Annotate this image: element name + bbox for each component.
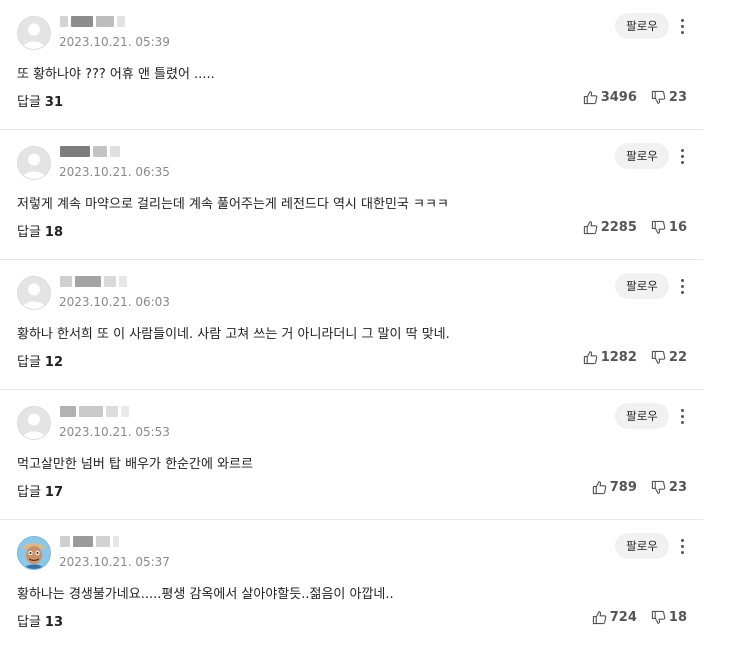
more-options-icon[interactable] xyxy=(674,534,690,558)
default-avatar-icon xyxy=(18,17,50,49)
comment-timestamp: 2023.10.21. 05:53 xyxy=(59,425,170,439)
dislike-button[interactable]: 18 xyxy=(651,610,687,625)
thumbs-down-icon xyxy=(651,220,666,234)
comment-item: 2023.10.21. 05:53 팔로우 먹고살만한 넘버 탑 배우가 한순간… xyxy=(0,390,703,520)
vote-group: 3496 23 xyxy=(583,90,687,105)
more-options-icon[interactable] xyxy=(674,14,690,38)
avatar[interactable] xyxy=(17,146,51,180)
vote-group: 2285 16 xyxy=(583,220,687,235)
avatar[interactable] xyxy=(17,536,51,570)
default-avatar-icon xyxy=(18,147,50,179)
reply-button[interactable]: 답글 12 xyxy=(17,351,63,370)
like-count: 2285 xyxy=(600,220,637,235)
comment-timestamp: 2023.10.21. 05:37 xyxy=(59,555,170,569)
blurred-nickname xyxy=(60,404,129,418)
reply-count: 31 xyxy=(44,95,64,110)
like-count: 3496 xyxy=(600,90,637,105)
reply-label: 답글 xyxy=(17,485,41,500)
dislike-button[interactable]: 23 xyxy=(651,480,687,495)
dislike-count: 23 xyxy=(668,480,687,495)
blurred-nickname xyxy=(60,274,127,288)
reply-button[interactable]: 답글 31 xyxy=(17,91,63,110)
vote-group: 724 18 xyxy=(592,610,687,625)
reply-button[interactable]: 답글 17 xyxy=(17,481,63,500)
like-button[interactable]: 789 xyxy=(592,480,637,495)
reply-button[interactable]: 답글 13 xyxy=(17,611,63,630)
reply-label: 답글 xyxy=(17,95,41,110)
comment-item: 2023.10.21. 05:39 팔로우 또 황하나야 ??? 어휴 앤 틀렸… xyxy=(0,0,703,130)
thumbs-up-icon xyxy=(583,221,598,235)
like-count: 1282 xyxy=(600,350,637,365)
comment-item: 2023.10.21. 06:35 팔로우 저렇게 계속 마약으로 걸리는데 계… xyxy=(0,130,703,260)
default-avatar-icon xyxy=(18,277,50,309)
reply-count: 13 xyxy=(44,615,64,630)
like-button[interactable]: 724 xyxy=(592,610,637,625)
follow-button[interactable]: 팔로우 xyxy=(615,403,669,429)
blurred-nickname xyxy=(60,534,119,548)
vote-group: 789 23 xyxy=(592,480,687,495)
comment-timestamp: 2023.10.21. 06:03 xyxy=(59,295,170,309)
more-options-icon[interactable] xyxy=(674,404,690,428)
like-button[interactable]: 3496 xyxy=(583,90,637,105)
dislike-button[interactable]: 23 xyxy=(651,90,687,105)
blurred-nickname xyxy=(60,14,125,28)
comment-text: 또 황하나야 ??? 어휴 앤 틀렸어 ..... xyxy=(17,67,215,82)
like-count: 789 xyxy=(609,480,637,495)
reply-count: 12 xyxy=(44,355,64,370)
comment-text: 저렇게 계속 마약으로 걸리는데 계속 풀어주는게 레전드다 역시 대한민국 ㅋ… xyxy=(17,197,449,212)
dislike-button[interactable]: 22 xyxy=(651,350,687,365)
thumbs-down-icon xyxy=(651,480,666,494)
comment-item: 2023.10.21. 06:03 팔로우 황하나 한서희 또 이 사람들이네.… xyxy=(0,260,703,390)
default-avatar-icon xyxy=(18,407,50,439)
dislike-count: 18 xyxy=(668,610,687,625)
follow-button[interactable]: 팔로우 xyxy=(615,143,669,169)
more-options-icon[interactable] xyxy=(674,144,690,168)
follow-button[interactable]: 팔로우 xyxy=(615,273,669,299)
like-button[interactable]: 1282 xyxy=(583,350,637,365)
reply-count: 17 xyxy=(44,485,64,500)
dislike-count: 16 xyxy=(668,220,687,235)
thumbs-down-icon xyxy=(651,610,666,624)
comment-text: 황하나 한서희 또 이 사람들이네. 사람 고쳐 쓰는 거 아니라더니 그 말이… xyxy=(17,327,450,342)
avatar[interactable] xyxy=(17,276,51,310)
avatar[interactable] xyxy=(17,16,51,50)
dislike-count: 23 xyxy=(668,90,687,105)
avatar[interactable] xyxy=(17,406,51,440)
thumbs-up-icon xyxy=(592,481,607,495)
dislike-button[interactable]: 16 xyxy=(651,220,687,235)
like-count: 724 xyxy=(609,610,637,625)
blurred-nickname xyxy=(60,144,120,158)
reply-button[interactable]: 답글 18 xyxy=(17,221,63,240)
comment-item: 2023.10.21. 05:37 팔로우 황하나는 경생불가네요.....평생… xyxy=(0,520,703,650)
like-button[interactable]: 2285 xyxy=(583,220,637,235)
comment-list: 2023.10.21. 05:39 팔로우 또 황하나야 ??? 어휴 앤 틀렸… xyxy=(0,0,703,650)
reply-count: 18 xyxy=(44,225,64,240)
thumbs-up-icon xyxy=(583,91,598,105)
more-options-icon[interactable] xyxy=(674,274,690,298)
vote-group: 1282 22 xyxy=(583,350,687,365)
dislike-count: 22 xyxy=(668,350,687,365)
reply-label: 답글 xyxy=(17,615,41,630)
comment-timestamp: 2023.10.21. 06:35 xyxy=(59,165,170,179)
reply-label: 답글 xyxy=(17,355,41,370)
follow-button[interactable]: 팔로우 xyxy=(615,13,669,39)
thumbs-up-icon xyxy=(592,611,607,625)
comment-timestamp: 2023.10.21. 05:39 xyxy=(59,35,170,49)
reply-label: 답글 xyxy=(17,225,41,240)
cartoon-avatar-icon xyxy=(18,537,50,569)
thumbs-down-icon xyxy=(651,350,666,364)
thumbs-up-icon xyxy=(583,351,598,365)
follow-button[interactable]: 팔로우 xyxy=(615,533,669,559)
comment-text: 먹고살만한 넘버 탑 배우가 한순간에 와르르 xyxy=(17,457,253,472)
comment-text: 황하나는 경생불가네요.....평생 감옥에서 살아야할듯..젊음이 아깝네.. xyxy=(17,587,394,602)
thumbs-down-icon xyxy=(651,90,666,104)
